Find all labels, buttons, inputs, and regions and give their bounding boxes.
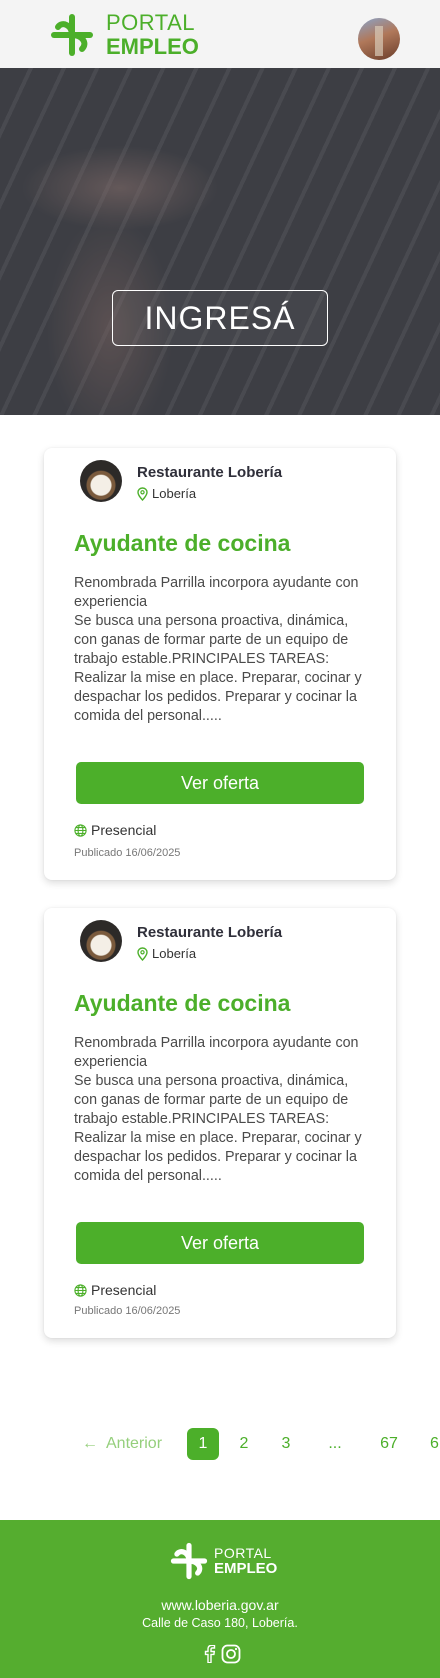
logo-line-portal: PORTAL [106,10,195,35]
company-logo [80,460,122,502]
pagination-page[interactable]: 2 [234,1428,254,1460]
logo-mark-icon [51,14,93,56]
facebook-icon[interactable] [200,1644,220,1664]
pagination-page-current[interactable]: 1 [187,1428,219,1460]
company-name: Restaurante Lobería [137,464,283,481]
hero-overlay [0,68,440,415]
footer-logo-line-empleo: EMPLEO [214,1560,278,1577]
company-name: Restaurante Lobería [137,924,283,941]
footer-logo-line-portal: PORTAL [214,1545,272,1561]
login-button[interactable]: INGRESÁ [112,290,328,346]
site-header: PORTAL EMPLEO [0,0,440,68]
job-description: Renombrada Parrilla incorpora ayudante c… [74,575,362,724]
pagination-page[interactable]: 3 [276,1428,296,1460]
location-pin-icon [137,486,148,501]
view-offer-button[interactable]: Ver oferta [76,762,364,804]
arrow-left-icon: ← [82,1435,98,1452]
pagination: ← Anterior 1 2 3 ... 67 6 [0,1428,440,1460]
published-date: Publicado 16/06/2025 [74,847,181,859]
pagination-ellipsis: ... [328,1435,342,1452]
job-card: Restaurante Lobería Lobería Ayudante de … [44,908,396,1338]
job-modality: Presencial [74,1282,156,1298]
location-label: Lobería [152,946,197,961]
location-label: Lobería [152,486,197,501]
job-title[interactable]: Ayudante de cocina [74,990,290,1017]
job-card: Restaurante Lobería Lobería Ayudante de … [44,448,396,880]
logo-mark-icon [170,1542,208,1580]
pagination-previous[interactable]: ← Anterior [82,1428,162,1460]
job-title[interactable]: Ayudante de cocina [74,530,290,557]
job-description: Renombrada Parrilla incorpora ayudante c… [74,1035,362,1184]
footer-logo[interactable]: PORTAL EMPLEO [168,1542,277,1580]
pagination-page[interactable]: 67 [378,1428,400,1460]
modality-label: Presencial [91,822,157,838]
job-modality: Presencial [74,822,156,838]
company-logo [80,920,122,962]
footer-address: Calle de Caso 180, Lobería. [142,1616,298,1630]
footer-website-link[interactable]: www.loberia.gov.ar [0,1597,440,1613]
pagination-page[interactable]: 6 [430,1428,440,1460]
logo-line-empleo: EMPLEO [106,34,199,59]
user-avatar[interactable] [358,18,400,60]
location-pin-icon [137,946,148,961]
published-date: Publicado 16/06/2025 [74,1305,181,1317]
globe-icon [74,1283,87,1297]
instagram-icon[interactable] [221,1644,241,1664]
globe-icon [74,823,87,837]
site-footer: PORTAL EMPLEO www.loberia.gov.ar Calle d… [0,1520,440,1678]
company-location: Lobería [137,946,196,961]
portal-empleo-logo[interactable]: PORTAL EMPLEO [48,12,199,58]
hero-banner: INGRESÁ [0,68,440,415]
view-offer-button[interactable]: Ver oferta [76,1222,364,1264]
company-location: Lobería [137,486,196,501]
modality-label: Presencial [91,1282,157,1298]
pagination-previous-label: Anterior [106,1435,163,1452]
